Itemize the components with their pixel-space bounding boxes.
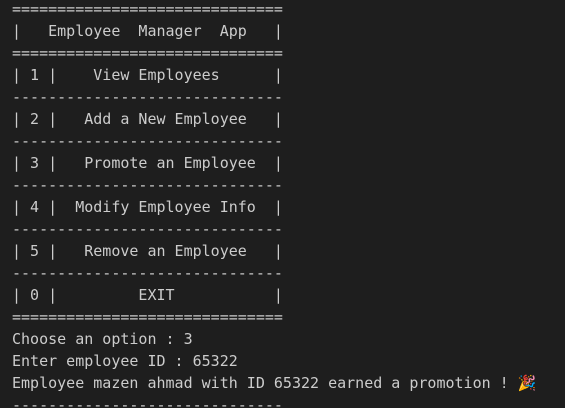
menu-divider: ------------------------------ [12,132,283,150]
promotion-message: Employee mazen ahmad with ID 65322 earne… [12,374,537,392]
menu-divider: ------------------------------ [12,176,283,194]
menu-option-5: | 5 | Remove an Employee | [12,242,283,260]
menu-border-title: ============================== [12,44,283,62]
menu-border-bottom: ============================== [12,308,283,326]
menu-divider: ------------------------------ [12,88,283,106]
menu-divider: ------------------------------ [12,396,283,408]
menu-divider: ------------------------------ [12,264,283,282]
menu-option-1: | 1 | View Employees | [12,66,283,84]
menu-border-top: ============================== [12,0,283,18]
terminal-output[interactable]: ============================== | Employe… [0,0,565,408]
prompt-employee-id: Enter employee ID : 65322 [12,352,238,370]
menu-option-3: | 3 | Promote an Employee | [12,154,283,172]
menu-title: | Employee Manager App | [12,22,283,40]
menu-option-0: | 0 | EXIT | [12,286,283,304]
menu-option-4: | 4 | Modify Employee Info | [12,198,283,216]
menu-divider: ------------------------------ [12,220,283,238]
prompt-choose-option: Choose an option : 3 [12,330,193,348]
menu-option-2: | 2 | Add a New Employee | [12,110,283,128]
